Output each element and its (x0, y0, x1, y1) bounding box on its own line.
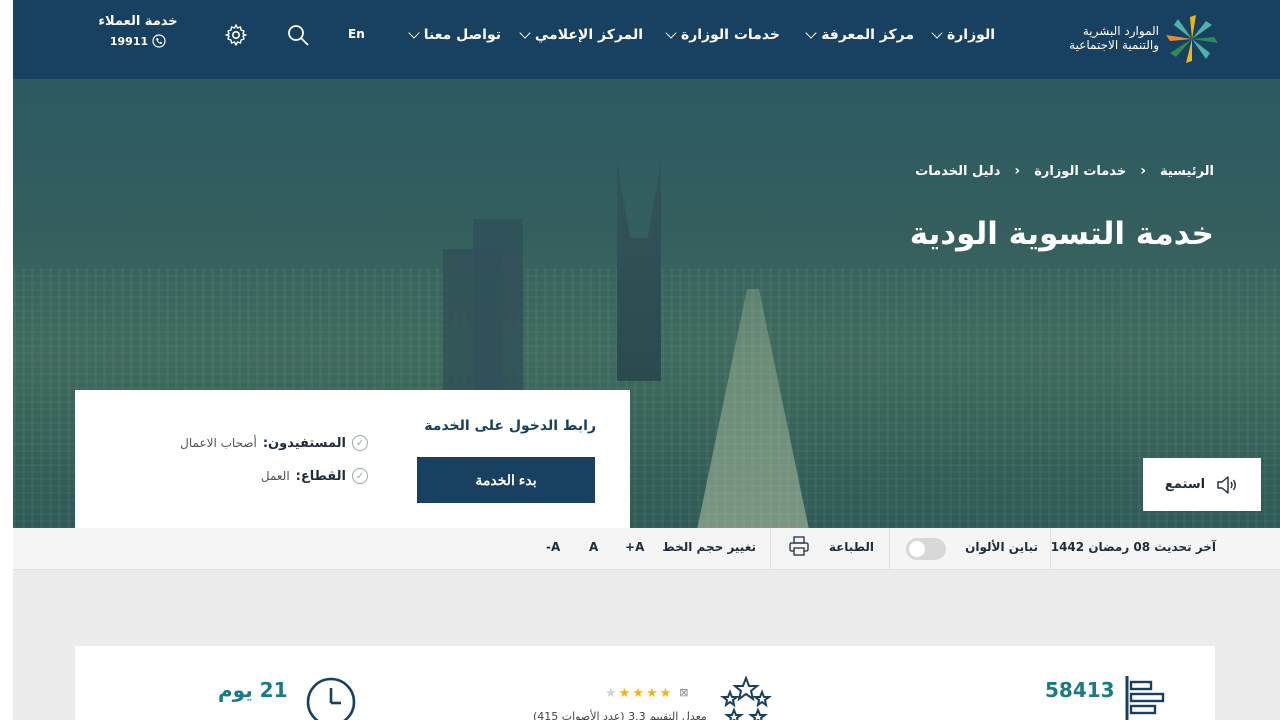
chevron-left-icon: ‹ (1014, 163, 1021, 179)
breadcrumb-services[interactable]: خدمات الوزارة (1034, 164, 1126, 179)
rating-stars[interactable]: ⊠ ★ ★ ★ ★ ★ (605, 686, 689, 701)
nav-media-label: المركز الإعلامي (534, 27, 643, 43)
printer-icon (789, 536, 809, 556)
kingdom-tower-shape (617, 161, 661, 381)
page-title: خدمة التسوية الودية (909, 216, 1214, 252)
star-icon[interactable]: ★ (660, 686, 672, 701)
chevron-left-icon: ‹ (1140, 163, 1146, 179)
rating-summary: معدل التقييم 3.3 (عدد الأصوات 415) (533, 710, 707, 720)
stars-cluster-icon (720, 676, 772, 720)
divider (770, 528, 771, 570)
logo-line2: والتنمية الاجتماعية (1069, 38, 1159, 52)
nav-knowledge-center[interactable]: مركز المعرفة (805, 27, 914, 43)
customer-service[interactable]: خدمة العملاء 19911 (83, 14, 193, 48)
speaker-icon (1217, 475, 1237, 494)
print-label[interactable]: الطباعة (829, 540, 874, 554)
divider (1050, 528, 1051, 570)
search-button[interactable] (285, 22, 311, 48)
check-icon: ✓ (352, 468, 368, 484)
beneficiaries-row: ✓ المستفيدون: أصحاب الاعمال (180, 435, 368, 451)
nav-media-center[interactable]: المركز الإعلامي (519, 27, 643, 43)
star-icon[interactable]: ★ (646, 686, 658, 701)
font-increase-button[interactable]: A+ (625, 540, 644, 554)
rating-reset-icon[interactable]: ⊠ (679, 686, 688, 701)
breadcrumb-home[interactable]: الرئيسية (1160, 164, 1214, 179)
chevron-down-icon (805, 27, 817, 39)
search-icon (288, 25, 309, 46)
start-service-button[interactable]: بدء الخدمة (417, 457, 595, 503)
star-icon[interactable]: ★ (619, 686, 631, 701)
ministry-logo[interactable]: الموارد البشرية والتنمية الاجتماعية (1053, 12, 1223, 66)
sector-value: العمل (260, 469, 290, 483)
last-update: آخر تحديث 08 رمضان 1442 (1050, 540, 1216, 554)
sector-row: ✓ القطاع: العمل (261, 468, 368, 484)
service-link-heading: رابط الدخول على الخدمة (424, 418, 596, 434)
sector-label: القطاع: (295, 468, 346, 484)
nav-contact-label: تواصل معنا (423, 27, 501, 43)
color-contrast-label: تباين الألوان (965, 540, 1038, 554)
service-duration: 21 يوم (218, 678, 288, 702)
divider (889, 528, 890, 570)
bar-chart-icon (1125, 676, 1165, 720)
listen-button[interactable]: استمع (1143, 458, 1261, 511)
beneficiaries-value: أصحاب الاعمال (180, 436, 257, 450)
page: الموارد البشرية والتنمية الاجتماعية الوز… (13, 0, 1280, 720)
service-stats-card: 58413 ⊠ ★ ★ ★ ★ ★ معدل التقييم 3.3 (عدد … (75, 646, 1215, 720)
accessibility-toolbar: آخر تحديث 08 رمضان 1442 تباين الألوان ال… (13, 528, 1280, 570)
font-reset-button[interactable]: A (589, 540, 598, 554)
clock-icon (306, 677, 356, 720)
nav-ministry[interactable]: الوزارة (931, 27, 995, 43)
chevron-down-icon (408, 27, 420, 39)
customer-service-number: 19911 (109, 34, 149, 48)
chevron-down-icon (665, 27, 677, 39)
breadcrumb: الرئيسية ‹ خدمات الوزارة ‹ دليل الخدمات (915, 163, 1214, 179)
star-icon[interactable]: ★ (605, 686, 617, 701)
logo-mark-icon (1166, 15, 1218, 63)
print-button[interactable] (788, 535, 810, 560)
top-navbar: الموارد البشرية والتنمية الاجتماعية الوز… (13, 0, 1280, 79)
font-size-label: تغيير حجم الخط (662, 540, 756, 554)
breadcrumb-guide[interactable]: دليل الخدمات (915, 164, 1000, 179)
nav-knowledge-label: مركز المعرفة (821, 27, 914, 43)
service-link-card: رابط الدخول على الخدمة بدء الخدمة ✓ المس… (75, 390, 630, 528)
nav-services-label: خدمات الوزارة (680, 27, 780, 43)
color-contrast-toggle[interactable] (906, 538, 946, 560)
settings-button[interactable] (223, 22, 249, 48)
nav-ministry-services[interactable]: خدمات الوزارة (665, 27, 780, 43)
listen-label: استمع (1164, 477, 1206, 492)
phone-icon (152, 34, 166, 48)
visits-count: 58413 (1045, 678, 1115, 702)
font-decrease-button[interactable]: A- (546, 540, 560, 554)
chevron-down-icon (519, 27, 531, 39)
customer-service-label: خدمة العملاء (98, 14, 178, 29)
star-icon[interactable]: ★ (632, 686, 644, 701)
beneficiaries-label: المستفيدون: (262, 435, 346, 451)
building-shape (473, 219, 523, 409)
check-icon: ✓ (352, 435, 368, 451)
gear-icon (225, 24, 247, 46)
chevron-down-icon (931, 27, 943, 39)
nav-contact-us[interactable]: تواصل معنا (408, 27, 501, 43)
language-toggle[interactable]: En (348, 27, 365, 41)
logo-line1: الموارد البشرية (1082, 24, 1159, 38)
nav-ministry-label: الوزارة (946, 27, 995, 43)
